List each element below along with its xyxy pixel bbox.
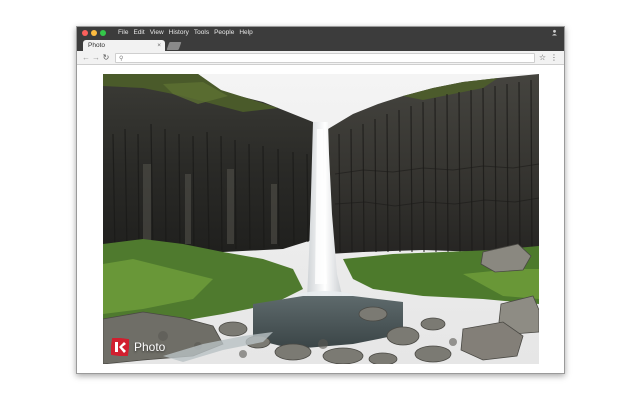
waterfall-photo: Photo	[103, 74, 539, 364]
reload-icon[interactable]: ↻	[101, 51, 111, 65]
close-window-button[interactable]	[82, 29, 88, 36]
maximize-window-button[interactable]	[100, 29, 106, 36]
menu-icon[interactable]: ⋮	[550, 51, 558, 65]
new-tab-button[interactable]	[166, 42, 182, 50]
menu-help[interactable]: Help	[239, 27, 252, 38]
minimize-window-button[interactable]	[91, 29, 97, 36]
menu-history[interactable]: History	[169, 27, 189, 38]
title-bar: File Edit View History Tools People Help	[77, 27, 564, 38]
menu-edit[interactable]: Edit	[133, 27, 144, 38]
menu-file[interactable]: File	[118, 27, 128, 38]
tab-title: Photo	[88, 42, 105, 49]
profile-icon[interactable]	[551, 29, 558, 36]
menu-view[interactable]: View	[150, 27, 164, 38]
watermark-text: Photo	[134, 340, 166, 354]
waterfall-image	[103, 74, 539, 364]
omnibox[interactable]: ⚲	[115, 53, 535, 63]
menu-bar: File Edit View History Tools People Help	[118, 27, 253, 38]
address-input[interactable]	[125, 54, 534, 62]
page-content: Photo	[77, 66, 564, 373]
tab-strip: Photo ×	[77, 38, 564, 51]
photo-logo-icon	[111, 338, 129, 356]
toolbar: ← → ↻ ⚲ ☆ ⋮	[77, 51, 564, 65]
menu-tools[interactable]: Tools	[194, 27, 209, 38]
photo-watermark: Photo	[111, 338, 165, 356]
menu-people[interactable]: People	[214, 27, 234, 38]
search-icon: ⚲	[119, 55, 124, 62]
browser-window: File Edit View History Tools People Help…	[76, 26, 565, 374]
close-icon[interactable]: ×	[157, 42, 161, 49]
star-icon[interactable]: ☆	[539, 51, 546, 65]
tab-photo[interactable]: Photo ×	[83, 40, 165, 51]
back-arrow-icon[interactable]: ←	[81, 51, 91, 65]
window-controls	[82, 29, 106, 36]
forward-arrow-icon[interactable]: →	[91, 51, 101, 65]
